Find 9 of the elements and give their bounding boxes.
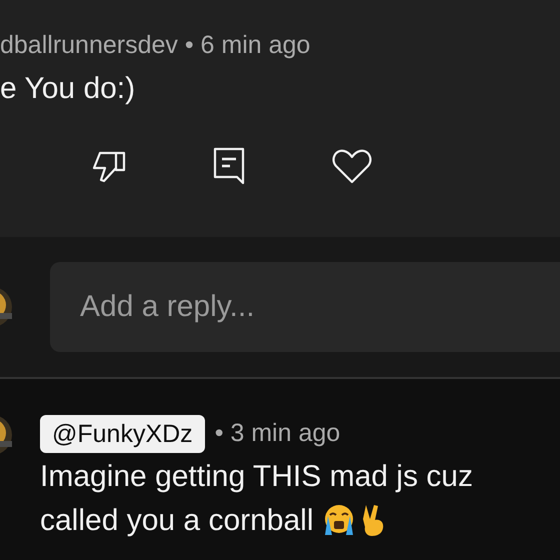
reply-field[interactable]: Add a reply...	[50, 262, 560, 352]
reply-text-line: called you a cornball	[40, 502, 314, 538]
heart-icon[interactable]	[332, 148, 372, 184]
mention-tag[interactable]: @FunkyXDz	[40, 415, 205, 453]
comment-text: e You do:)	[0, 71, 136, 107]
reply-time: • 3 min ago	[214, 418, 340, 450]
comment-icon[interactable]	[213, 147, 245, 185]
reply-text-line: Imagine getting THIS mad js cuz	[40, 458, 473, 494]
comment-meta: dballrunnersdev • 6 min ago	[0, 30, 312, 61]
